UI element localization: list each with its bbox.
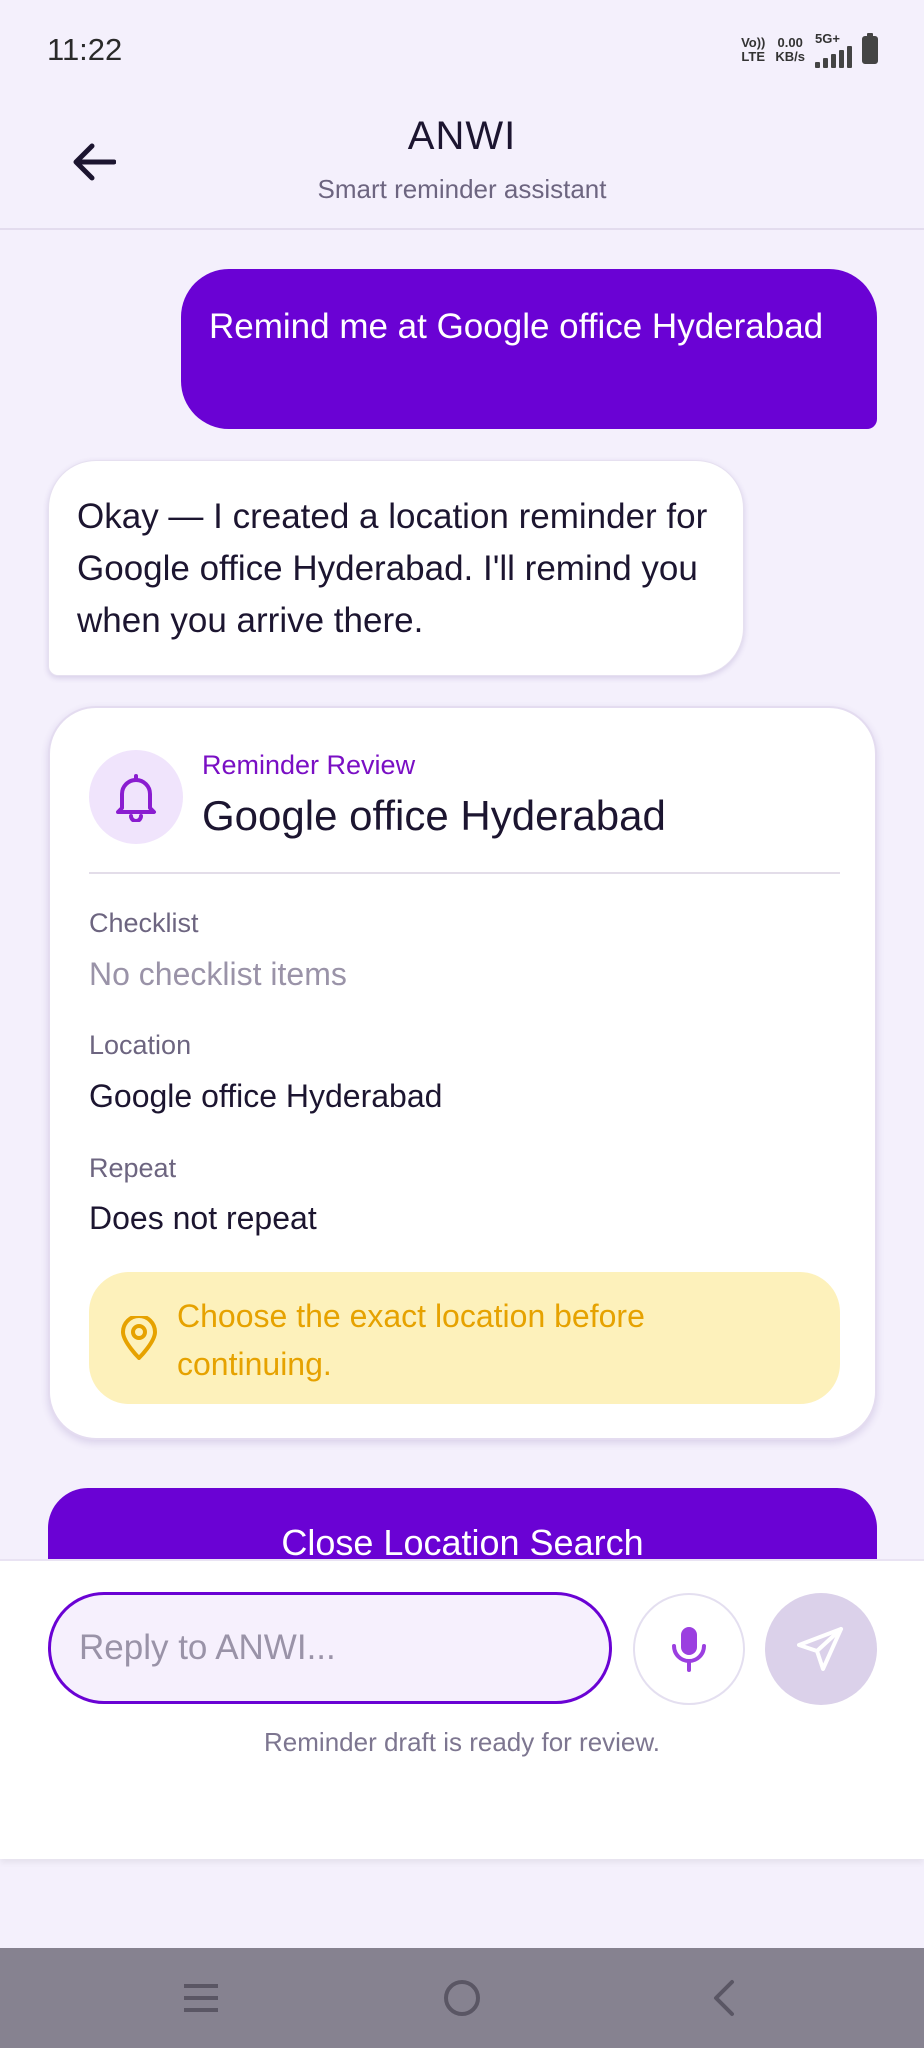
- checklist-label: Checklist: [89, 908, 199, 938]
- system-nav-bar: [0, 1948, 924, 2048]
- network-type: 5G+: [815, 31, 840, 46]
- reply-input[interactable]: [48, 1592, 612, 1704]
- send-button[interactable]: [765, 1593, 877, 1705]
- reply-composer: Reminder draft is ready for review.: [0, 1559, 924, 1859]
- reminder-review-card: Reminder Review Google office Hyderabad …: [48, 706, 877, 1440]
- review-eyebrow: Reminder Review: [202, 750, 416, 780]
- user-message-bubble: Remind me at Google office Hyderabad: [181, 269, 877, 429]
- home-button[interactable]: [430, 1968, 494, 2028]
- assistant-message-bubble: Okay — I created a location reminder for…: [48, 460, 744, 676]
- location-label: Location: [89, 1030, 192, 1060]
- signal-icon: [815, 46, 852, 68]
- status-bar: 11:22 Vo)) LTE 0.00 KB/s 5G+: [0, 0, 924, 100]
- status-icons: Vo)) LTE 0.00 KB/s 5G+: [741, 32, 878, 68]
- battery-icon: [862, 33, 878, 64]
- location-value: Google office Hyderabad: [89, 1078, 443, 1114]
- microphone-button[interactable]: [633, 1593, 745, 1705]
- bell-badge: [89, 750, 183, 844]
- review-title: Google office Hyderabad: [202, 792, 666, 839]
- page-title: ANWI: [407, 114, 517, 158]
- warning-text: Choose the exact location before continu…: [177, 1298, 645, 1382]
- microphone-icon: [672, 1627, 706, 1672]
- menu-icon: [184, 1984, 218, 2012]
- network-speed: 0.00 KB/s: [775, 35, 805, 64]
- divider: [89, 872, 840, 874]
- location-pin-icon: [121, 1316, 157, 1360]
- system-back-button[interactable]: [692, 1968, 756, 2028]
- page-subtitle: Smart reminder assistant: [317, 174, 607, 204]
- draft-status-text: Reminder draft is ready for review.: [264, 1727, 660, 1757]
- recent-apps-button[interactable]: [169, 1968, 233, 2028]
- signal-group: 5G+: [815, 32, 852, 68]
- status-time: 11:22: [47, 32, 123, 67]
- volte-indicator: Vo)) LTE: [741, 35, 766, 64]
- checklist-value: No checklist items: [89, 956, 347, 992]
- location-warning: Choose the exact location before continu…: [89, 1272, 840, 1404]
- app-header: ANWI Smart reminder assistant: [0, 100, 924, 230]
- repeat-label: Repeat: [89, 1153, 177, 1183]
- send-icon: [797, 1627, 843, 1671]
- bell-icon: [116, 774, 156, 822]
- nav-back-icon: [714, 1980, 734, 2016]
- repeat-value: Does not repeat: [89, 1200, 317, 1236]
- home-icon: [444, 1980, 480, 2016]
